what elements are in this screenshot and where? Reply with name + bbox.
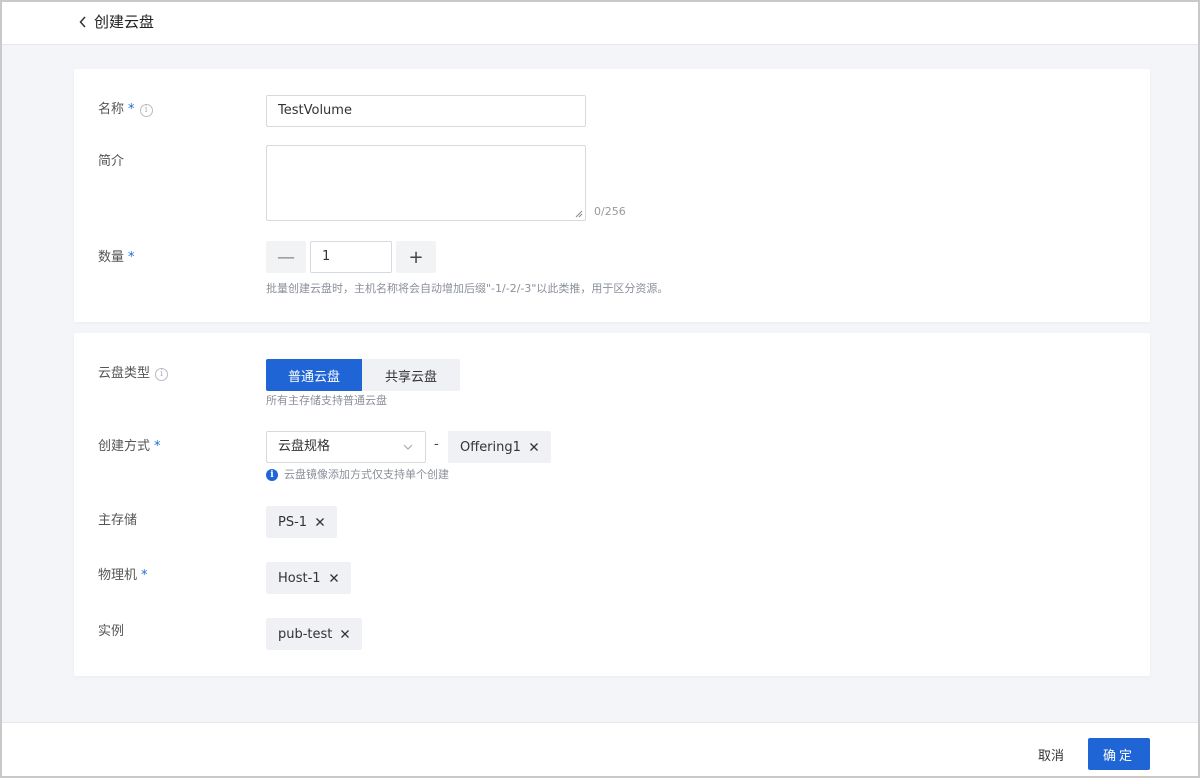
instance-label: 实例 [98, 624, 125, 639]
quantity-label: 数量 * [98, 248, 135, 268]
chevron-down-icon [403, 444, 413, 450]
page-header: 创建云盘 [2, 2, 1198, 45]
host-label: 物理机 * [98, 566, 148, 586]
page-footer: 取消 确定 [2, 722, 1198, 776]
create-mode-select[interactable]: 云盘规格 [266, 431, 426, 463]
host-tag: Host-1 [266, 562, 351, 594]
primary-storage-label: 主存储 [98, 513, 138, 528]
disk-config-card: 云盘类型 i 普通云盘 共享云盘 所有主存储支持普通云盘 创建方式 * 云盘规格 -… [74, 333, 1150, 676]
create-mode-label: 创建方式 * [98, 437, 161, 457]
quantity-input[interactable]: 1 [310, 241, 392, 273]
confirm-button[interactable]: 确定 [1088, 738, 1150, 770]
desc-counter: 0/256 [594, 205, 626, 218]
disk-type-hint: 所有主存储支持普通云盘 [266, 394, 387, 407]
close-icon[interactable] [329, 573, 339, 583]
create-mode-note: i 云盘镜像添加方式仅支持单个创建 [266, 467, 449, 483]
disk-type-label: 云盘类型 i [98, 364, 169, 384]
quantity-decrement-button[interactable]: — [266, 241, 306, 273]
close-icon[interactable] [529, 442, 539, 452]
info-icon[interactable]: i [139, 103, 153, 117]
name-label: 名称 * i [98, 100, 153, 120]
required-mark: * [128, 102, 135, 117]
desc-label: 简介 [98, 154, 125, 169]
resize-handle-icon[interactable] [575, 210, 583, 218]
disk-type-normal-option[interactable]: 普通云盘 [266, 359, 362, 391]
window: 创建云盘 名称 * i TestVolume 简介 0/256 数量 * — 1 + … [0, 0, 1200, 778]
required-mark: * [154, 439, 161, 454]
cancel-button[interactable]: 取消 [1028, 739, 1074, 769]
required-mark: * [128, 250, 135, 265]
close-icon[interactable] [315, 517, 325, 527]
offering-tag: Offering1 [448, 431, 551, 463]
chevron-left-icon[interactable] [76, 12, 90, 32]
close-icon[interactable] [340, 629, 350, 639]
name-input[interactable]: TestVolume [266, 95, 586, 127]
info-icon[interactable]: i [155, 367, 169, 381]
primary-storage-tag: PS-1 [266, 506, 338, 538]
disk-type-shared-option[interactable]: 共享云盘 [362, 359, 460, 391]
quantity-increment-button[interactable]: + [396, 241, 436, 273]
basic-info-card: 名称 * i TestVolume 简介 0/256 数量 * — 1 + 批量创建云… [74, 69, 1150, 322]
instance-tag: pub-test [266, 618, 363, 650]
desc-textarea[interactable] [266, 145, 586, 221]
quantity-hint: 批量创建云盘时，主机名称将会自动增加后缀"-1/-2/-3"以此类推，用于区分资… [266, 282, 669, 295]
required-mark: * [141, 568, 148, 583]
separator-dash: - [434, 437, 439, 452]
page-title: 创建云盘 [94, 13, 155, 31]
info-filled-icon: i [266, 469, 278, 481]
